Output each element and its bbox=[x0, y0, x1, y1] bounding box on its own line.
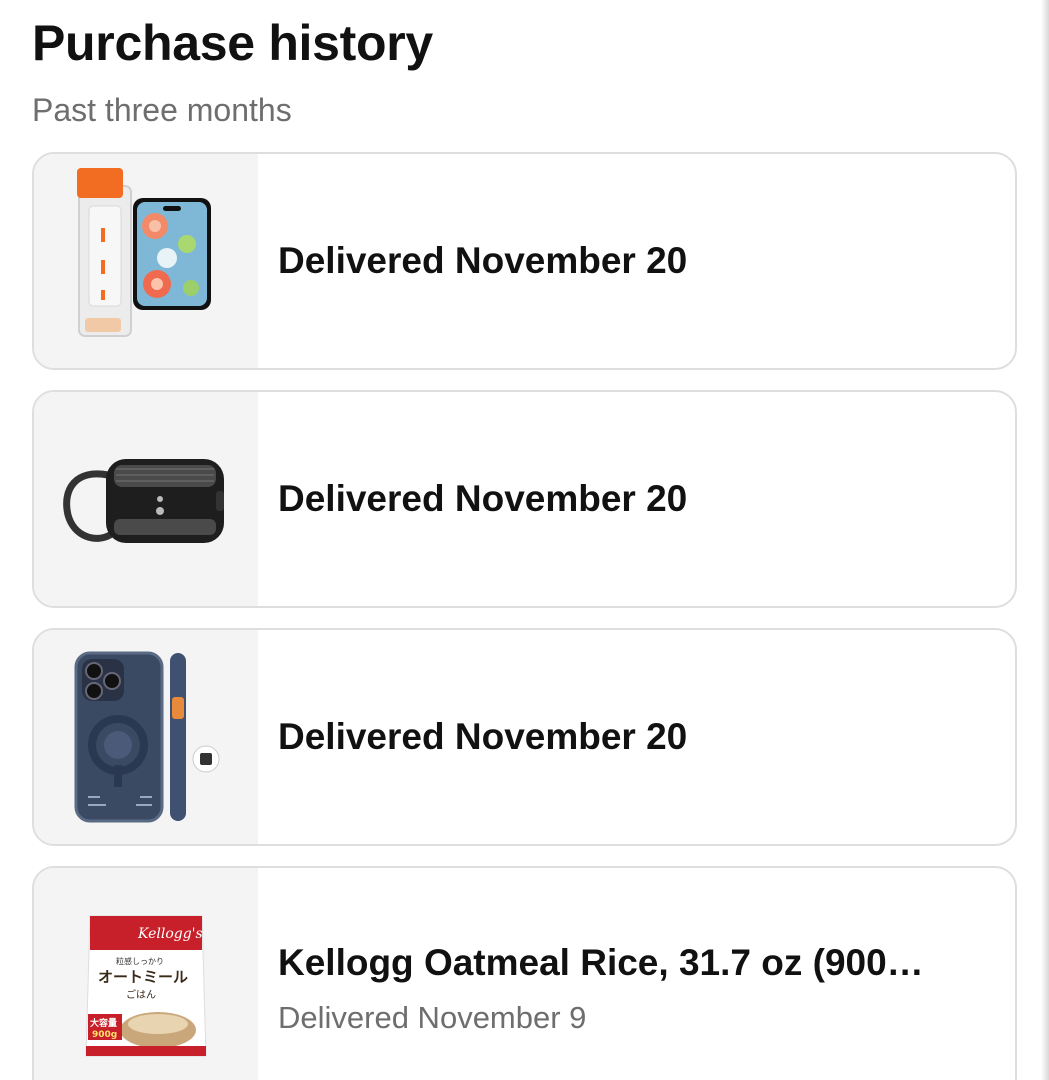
earbuds-case-icon bbox=[63, 459, 224, 543]
order-title: Delivered November 20 bbox=[278, 240, 688, 281]
jp-sub-text: ごはん bbox=[126, 988, 156, 1001]
order-info: Delivered November 20 bbox=[258, 392, 1015, 606]
page-subtitle: Past three months bbox=[32, 92, 292, 128]
badge-text: 大容量 bbox=[90, 1017, 117, 1029]
order-card[interactable]: Kellogg's 粒感しっかり オートミール ごはん 大容量 900g Kel… bbox=[32, 866, 1017, 1080]
order-title: Delivered November 20 bbox=[278, 716, 688, 757]
order-card[interactable]: Delivered November 20 bbox=[32, 390, 1017, 608]
product-thumbnail bbox=[34, 630, 258, 844]
order-info: Delivered November 20 bbox=[258, 630, 1015, 844]
order-card[interactable]: Delivered November 20 bbox=[32, 152, 1017, 370]
product-thumbnail bbox=[34, 392, 258, 606]
order-title: Kellogg Oatmeal Rice, 31.7 oz (900… bbox=[278, 942, 924, 983]
order-title: Delivered November 20 bbox=[278, 478, 688, 519]
order-info: Kellogg Oatmeal Rice, 31.7 oz (900… Deli… bbox=[258, 868, 1015, 1080]
phone-case-icon bbox=[74, 651, 220, 823]
weight-text: 900g bbox=[92, 1030, 117, 1040]
purchase-history-page: Purchase history Past three months Deliv… bbox=[0, 0, 1049, 1080]
order-list: Delivered November 20 Delivered November… bbox=[32, 152, 1017, 1080]
order-info: Delivered November 20 bbox=[258, 154, 1015, 368]
oatmeal-package-icon: Kellogg's 粒感しっかり オートミール ごはん 大容量 900g bbox=[85, 915, 207, 1057]
brand-logo-text: Kellogg's bbox=[137, 926, 203, 942]
product-thumbnail bbox=[34, 154, 258, 368]
page-title: Purchase history bbox=[32, 15, 433, 71]
jp-top-text: 粒感しっかり bbox=[116, 956, 164, 966]
screen-protector-icon bbox=[77, 168, 211, 337]
order-card[interactable]: Delivered November 20 bbox=[32, 628, 1017, 846]
scroll-edge-shadow bbox=[1041, 0, 1049, 1080]
order-status: Delivered November 9 bbox=[278, 1000, 587, 1035]
jp-name-text: オートミール bbox=[98, 968, 188, 986]
product-thumbnail: Kellogg's 粒感しっかり オートミール ごはん 大容量 900g bbox=[34, 868, 258, 1080]
